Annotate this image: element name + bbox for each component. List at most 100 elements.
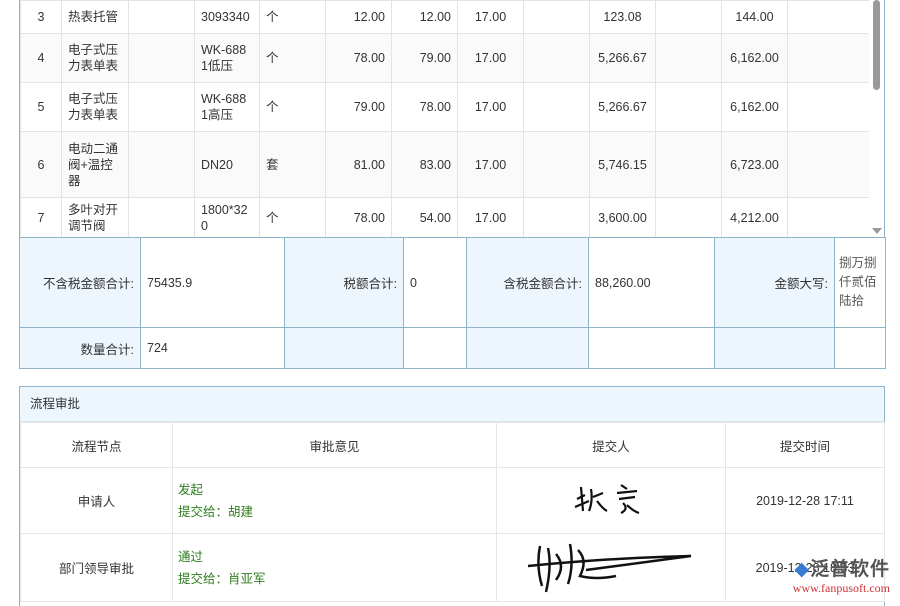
table-row[interactable]: 5电子式压力表单表 WK-6881高压个79.0078.0017.00 5,266.… (21, 83, 871, 132)
cell-qty: 78.00 (326, 34, 392, 83)
scroll-down-arrow-icon[interactable] (872, 228, 882, 234)
cell-col13 (788, 34, 871, 83)
cell-col3 (129, 132, 195, 198)
cell-col9 (524, 132, 590, 198)
cell-col3 (129, 34, 195, 83)
summary-table: 不含税金额合计: 75435.9 税额合计: 0 含税金额合计: 88,260.… (19, 237, 886, 369)
signature-image (526, 536, 696, 596)
table-row[interactable]: 4电子式压力表单表WK-6881低压个78.0079.0017.005,266.… (21, 34, 871, 83)
cell-qty: 81.00 (326, 132, 392, 198)
cell-total: 144.00 (722, 1, 788, 34)
upper-label: 金额大写: (715, 238, 835, 328)
cell-model: WK-6881高压 (195, 83, 260, 132)
signature-zhangxin (497, 468, 726, 534)
total-value: 88,260.00 (589, 238, 715, 328)
pretax-label: 不含税金额合计: (20, 238, 141, 328)
opinion: 发起提交给：胡建 (173, 468, 497, 534)
cell-model: DN20 (195, 132, 260, 198)
cell-name: 电动二通阀+温控器 (62, 132, 129, 198)
cell-name: 电子式压力表单表 (62, 83, 129, 132)
cell-col13 (788, 1, 871, 34)
cell-col13 (788, 198, 871, 238)
items-table: 3热表托管3093340个12.0012.0017.00123.08144.00… (20, 0, 871, 237)
empty-cell (467, 328, 589, 369)
cell-amount: 123.08 (590, 1, 656, 34)
signature-image (571, 481, 651, 517)
cell-total: 6,162.00 (722, 34, 788, 83)
cell-tax: 17.00 (458, 34, 524, 83)
cell-model: WK-6881低压 (195, 34, 260, 83)
tax-label: 税额合计: (285, 238, 404, 328)
opinion-text: 通过 (178, 546, 496, 568)
cell-qty2: 83.00 (392, 132, 458, 198)
cell-amount: 5,266.67 (590, 83, 656, 132)
cell-tax: 17.00 (458, 1, 524, 34)
cell-qty: 79.00 (326, 83, 392, 132)
qty-value: 724 (141, 328, 285, 369)
cell-tax: 17.00 (458, 198, 524, 238)
cell-qty2: 12.00 (392, 1, 458, 34)
cell-col9 (524, 83, 590, 132)
cell-model: 3093340 (195, 1, 260, 34)
cell-unit: 套 (260, 132, 326, 198)
items-grid: 3热表托管3093340个12.0012.0017.00123.08144.00… (19, 0, 885, 237)
cell-tax: 17.00 (458, 83, 524, 132)
empty-cell (404, 328, 467, 369)
cell-no: 6 (21, 132, 62, 198)
header-opinion: 审批意见 (173, 423, 497, 468)
cell-qty: 78.00 (326, 198, 392, 238)
watermark-logo: ◆泛普软件 www.fanpusoft.com (793, 554, 890, 596)
node: 申请人 (21, 468, 173, 534)
empty-cell (589, 328, 715, 369)
empty-cell (285, 328, 404, 369)
cell-unit: 个 (260, 83, 326, 132)
table-row[interactable]: 6电动二通阀+温控器 DN20套81.0083.0017.00 5,746.15 6,… (21, 132, 871, 198)
cell-total: 6,723.00 (722, 132, 788, 198)
cell-name: 多叶对开调节阀 (62, 198, 129, 238)
approval-row: 部门领导审批 通过提交给：肖亚军 2019-12-28 18:33 (21, 534, 885, 602)
approval-panel: 流程审批 流程节点 审批意见 提交人 提交时间 申请人 发起提交给：胡建 201… (19, 386, 885, 606)
cell-col13 (788, 132, 871, 198)
cell-col11 (656, 132, 722, 198)
signature-hujian (497, 534, 726, 602)
submit-to: 提交给：肖亚军 (178, 568, 496, 590)
header-submitter: 提交人 (497, 423, 726, 468)
cell-col9 (524, 34, 590, 83)
cell-qty: 12.00 (326, 1, 392, 34)
watermark-url: www.fanpusoft.com (793, 581, 890, 596)
cell-model: 1800*320 (195, 198, 260, 238)
cell-unit: 个 (260, 1, 326, 34)
table-row[interactable]: 7多叶对开调节阀1800*320个78.0054.0017.003,600.00… (21, 198, 871, 238)
empty-cell (835, 328, 886, 369)
cell-total: 6,162.00 (722, 83, 788, 132)
cell-col11 (656, 1, 722, 34)
header-time: 提交时间 (726, 423, 885, 468)
cell-col3 (129, 198, 195, 238)
cell-no: 5 (21, 83, 62, 132)
cell-amount: 5,266.67 (590, 34, 656, 83)
pretax-value: 75435.9 (141, 238, 285, 328)
vertical-scrollbar[interactable] (869, 0, 884, 237)
cell-col13 (788, 83, 871, 132)
total-label: 含税金额合计: (467, 238, 589, 328)
cell-tax: 17.00 (458, 132, 524, 198)
cell-no: 4 (21, 34, 62, 83)
cell-amount: 5,746.15 (590, 132, 656, 198)
cell-name: 热表托管 (62, 1, 129, 34)
cell-col3 (129, 83, 195, 132)
tax-value: 0 (404, 238, 467, 328)
header-node: 流程节点 (21, 423, 173, 468)
cell-no: 3 (21, 1, 62, 34)
submit-time: 2019-12-28 17:11 (726, 468, 885, 534)
cell-col11 (656, 198, 722, 238)
empty-cell (715, 328, 835, 369)
cell-unit: 个 (260, 198, 326, 238)
cell-amount: 3,600.00 (590, 198, 656, 238)
cell-qty2: 78.00 (392, 83, 458, 132)
logo-icon: ◆ (794, 559, 810, 580)
table-row[interactable]: 3热表托管3093340个12.0012.0017.00123.08144.00 (21, 1, 871, 34)
scrollbar-thumb[interactable] (873, 0, 880, 90)
watermark-brand: 泛普软件 (810, 559, 890, 580)
opinion: 通过提交给：肖亚军 (173, 534, 497, 602)
cell-col9 (524, 1, 590, 34)
